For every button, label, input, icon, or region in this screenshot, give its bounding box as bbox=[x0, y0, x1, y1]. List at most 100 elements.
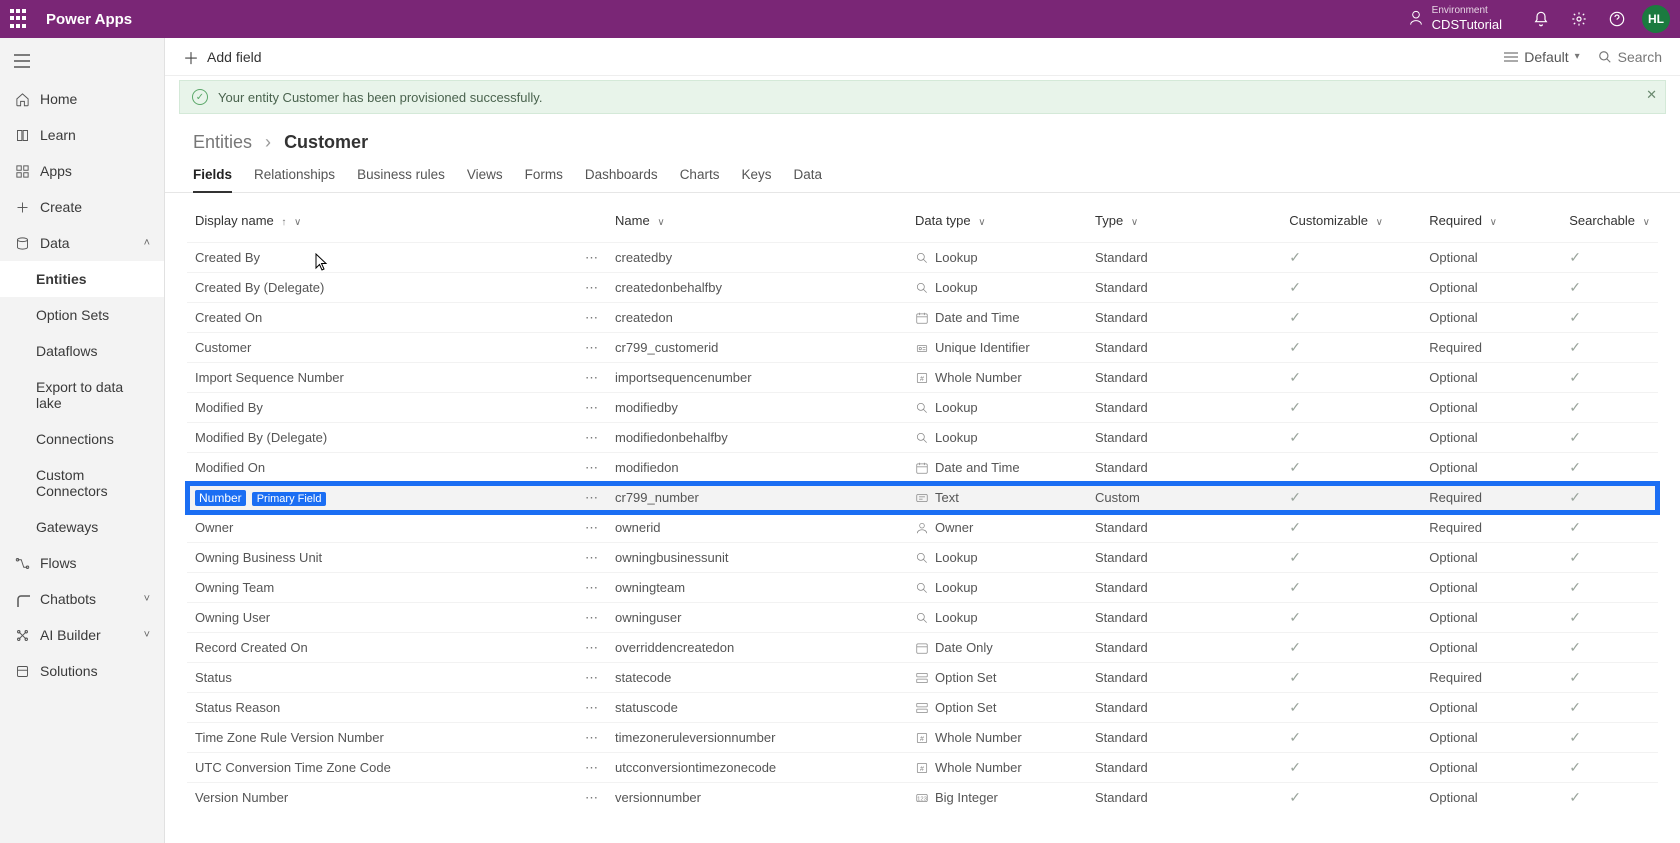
sidebar-item-export[interactable]: Export to data lake bbox=[0, 369, 164, 421]
table-row[interactable]: NumberPrimary Field⋯cr799_numberTextCust… bbox=[187, 483, 1658, 513]
row-more-icon[interactable]: ⋯ bbox=[585, 520, 599, 535]
row-more-icon[interactable]: ⋯ bbox=[585, 340, 599, 355]
row-more-icon[interactable]: ⋯ bbox=[585, 670, 599, 685]
create-icon bbox=[14, 199, 30, 215]
tab-forms[interactable]: Forms bbox=[525, 161, 563, 192]
table-row[interactable]: Created By⋯createdbyLookupStandard✓Optio… bbox=[187, 243, 1658, 273]
tab-fields[interactable]: Fields bbox=[193, 161, 232, 192]
row-more-icon[interactable]: ⋯ bbox=[585, 430, 599, 445]
row-more-icon[interactable]: ⋯ bbox=[585, 370, 599, 385]
close-banner-icon[interactable]: ✕ bbox=[1646, 87, 1657, 103]
table-row[interactable]: Owning User⋯owninguserLookupStandard✓Opt… bbox=[187, 603, 1658, 633]
sidebar-item-entities[interactable]: Entities bbox=[0, 261, 164, 297]
sidebar-item-create[interactable]: Create bbox=[0, 189, 164, 225]
row-more-icon[interactable]: ⋯ bbox=[585, 310, 599, 325]
tab-keys[interactable]: Keys bbox=[741, 161, 771, 192]
row-more-icon[interactable]: ⋯ bbox=[585, 250, 599, 265]
table-row[interactable]: UTC Conversion Time Zone Code⋯utcconvers… bbox=[187, 753, 1658, 783]
table-row[interactable]: Status⋯statecodeOption SetStandard✓Requi… bbox=[187, 663, 1658, 693]
field-display-name: Modified By bbox=[195, 400, 263, 415]
table-row[interactable]: Created By (Delegate)⋯createdonbehalfbyL… bbox=[187, 273, 1658, 303]
row-more-icon[interactable]: ⋯ bbox=[585, 460, 599, 475]
field-name: ownerid bbox=[607, 513, 907, 543]
table-row[interactable]: Owner⋯owneridOwnerStandard✓Required✓ bbox=[187, 513, 1658, 543]
table-row[interactable]: Modified On⋯modifiedonDate and TimeStand… bbox=[187, 453, 1658, 483]
field-name: cr799_customerid bbox=[607, 333, 907, 363]
add-field-button[interactable]: ＋ Add field bbox=[183, 45, 262, 69]
notifications-icon[interactable] bbox=[1522, 0, 1560, 38]
col-type[interactable]: Type ∨ bbox=[1087, 203, 1281, 243]
help-icon[interactable] bbox=[1598, 0, 1636, 38]
tab-relationships[interactable]: Relationships bbox=[254, 161, 335, 192]
table-row[interactable]: Import Sequence Number⋯importsequencenum… bbox=[187, 363, 1658, 393]
table-row[interactable]: Time Zone Rule Version Number⋯timezoneru… bbox=[187, 723, 1658, 753]
col-searchable[interactable]: Searchable ∨ bbox=[1561, 203, 1658, 243]
sidebar-item-optionsets[interactable]: Option Sets bbox=[0, 297, 164, 333]
hamburger-button[interactable] bbox=[0, 46, 164, 81]
sidebar-item-ai[interactable]: AI Builder˅ bbox=[0, 617, 164, 653]
user-avatar[interactable]: HL bbox=[1642, 5, 1670, 33]
table-row[interactable]: Record Created On ⋯ overriddencreatedon Dat… bbox=[187, 633, 1658, 663]
tab-data[interactable]: Data bbox=[793, 161, 822, 192]
col-display-name[interactable]: Display name ↑ ∨ bbox=[187, 203, 577, 243]
table-row[interactable]: Owning Business Unit⋯owningbusinessunitL… bbox=[187, 543, 1658, 573]
sidebar-item-solutions[interactable]: Solutions bbox=[0, 653, 164, 689]
tab-business-rules[interactable]: Business rules bbox=[357, 161, 445, 192]
sidebar-item-connections[interactable]: Connections bbox=[0, 421, 164, 457]
row-more-icon[interactable]: ⋯ bbox=[585, 580, 599, 595]
field-display-name: Time Zone Rule Version Number bbox=[195, 730, 384, 745]
success-banner: ✓ Your entity Customer has been provisio… bbox=[179, 80, 1666, 114]
sidebar-item-data[interactable]: Data˄ bbox=[0, 225, 164, 261]
row-more-icon[interactable]: ⋯ bbox=[585, 730, 599, 745]
sidebar-item-apps[interactable]: Apps bbox=[0, 153, 164, 189]
row-more-icon[interactable]: ⋯ bbox=[585, 490, 599, 505]
search-button[interactable]: Search bbox=[1598, 49, 1662, 65]
environment-picker[interactable]: Environment CDSTutorial bbox=[1408, 5, 1502, 33]
row-more-icon[interactable]: ⋯ bbox=[585, 610, 599, 625]
sidebar-item-gateways[interactable]: Gateways bbox=[0, 509, 164, 545]
sidebar-item-label: Dataflows bbox=[36, 343, 97, 359]
datatype-icon bbox=[915, 791, 929, 805]
command-bar: ＋ Add field Default ▾ Search bbox=[165, 38, 1680, 76]
sidebar-item-home[interactable]: Home bbox=[0, 81, 164, 117]
table-row[interactable]: Modified By (Delegate)⋯modifiedonbehalfb… bbox=[187, 423, 1658, 453]
waffle-icon[interactable] bbox=[10, 9, 30, 29]
row-more-icon[interactable]: ⋯ bbox=[585, 280, 599, 295]
breadcrumb-root[interactable]: Entities bbox=[193, 132, 252, 152]
tab-charts[interactable]: Charts bbox=[680, 161, 720, 192]
row-more-icon[interactable]: ⋯ bbox=[585, 550, 599, 565]
tab-dashboards[interactable]: Dashboards bbox=[585, 161, 658, 192]
check-icon: ✓ bbox=[1569, 669, 1581, 685]
col-customizable[interactable]: Customizable ∨ bbox=[1281, 203, 1421, 243]
view-options[interactable]: Default ▾ bbox=[1504, 49, 1579, 65]
table-row[interactable]: Modified By⋯modifiedbyLookupStandard✓Opt… bbox=[187, 393, 1658, 423]
data-icon bbox=[14, 235, 30, 251]
sidebar-item-label: Custom Connectors bbox=[36, 467, 150, 499]
table-row[interactable]: Status Reason⋯statuscodeOption SetStanda… bbox=[187, 693, 1658, 723]
settings-icon[interactable] bbox=[1560, 0, 1598, 38]
table-row[interactable]: Owning Team⋯owningteamLookupStandard✓Opt… bbox=[187, 573, 1658, 603]
sidebar-item-connectors[interactable]: Custom Connectors bbox=[0, 457, 164, 509]
sidebar-item-flows[interactable]: Flows bbox=[0, 545, 164, 581]
field-display-name: Owning Team bbox=[195, 580, 274, 595]
sidebar-item-learn[interactable]: Learn bbox=[0, 117, 164, 153]
sidebar-item-chatbots[interactable]: Chatbots˅ bbox=[0, 581, 164, 617]
table-row[interactable]: Version Number⋯versionnumberBig IntegerS… bbox=[187, 783, 1658, 813]
table-row[interactable]: Created On⋯createdonDate and TimeStandar… bbox=[187, 303, 1658, 333]
field-required: Optional bbox=[1421, 273, 1561, 303]
col-required[interactable]: Required ∨ bbox=[1421, 203, 1561, 243]
sidebar-item-dataflows[interactable]: Dataflows bbox=[0, 333, 164, 369]
row-more-icon[interactable]: ⋯ bbox=[585, 760, 599, 775]
field-display-name: Modified On bbox=[195, 460, 265, 475]
field-display-name: Record Created On bbox=[195, 640, 308, 655]
table-row[interactable]: Customer⋯cr799_customeridUnique Identifi… bbox=[187, 333, 1658, 363]
field-datatype: Date Only bbox=[935, 640, 993, 655]
tab-views[interactable]: Views bbox=[467, 161, 503, 192]
col-data-type[interactable]: Data type ∨ bbox=[907, 203, 1087, 243]
col-name[interactable]: Name ∨ bbox=[607, 203, 907, 243]
field-name: overriddencreatedon bbox=[607, 633, 907, 663]
row-more-icon[interactable]: ⋯ bbox=[585, 400, 599, 415]
row-more-icon[interactable]: ⋯ bbox=[585, 790, 599, 805]
row-more-icon[interactable]: ⋯ bbox=[585, 700, 599, 715]
row-more-icon[interactable]: ⋯ bbox=[585, 640, 599, 655]
